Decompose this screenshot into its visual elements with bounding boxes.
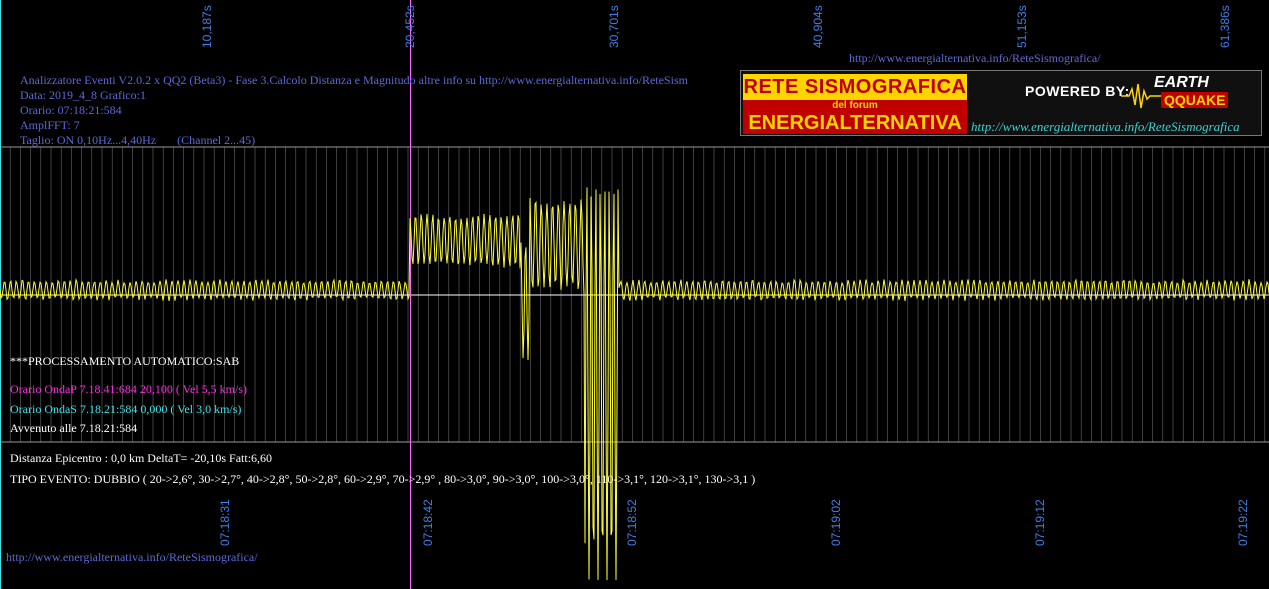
rete-sismografica-logo: RETE SISMOGRAFICA del forum ENERGIALTERN… [740,70,1262,136]
bottom-tick-label: 07:18:31 [218,499,232,546]
seismogram-viewer: 10,187s 20,452s 30,701s 40,904s 51,153s … [0,0,1269,589]
onda-p-info: Orario OndaP 7.18.41:684 20,100 ( Vel 5,… [10,382,247,396]
footer-url: http://www.energialternativa.info/ReteSi… [6,550,258,564]
logo-title-top: RETE SISMOGRAFICA [743,74,967,100]
bottom-tick-label: 07:19:02 [829,499,843,546]
distanza-epicentro: Distanza Epicentro : 0,0 km DeltaT= -20,… [10,451,273,465]
logo-title-block: RETE SISMOGRAFICA del forum ENERGIALTERN… [743,74,967,134]
top-tick-label: 10,187s [200,5,214,48]
top-tick-label: 30,701s [607,5,621,48]
top-tick-label: 61,386s [1218,5,1232,48]
logo-earth: EARTH [1154,74,1209,91]
bottom-tick-label: 07:19:12 [1033,499,1047,546]
tipo-evento: TIPO EVENTO: DUBBIO ( 20->2,6°, 30->2,7°… [10,472,756,486]
info-line: AmplFFT: 7 [20,118,80,132]
logo-url: http://www.energialternativa.info/ReteSi… [971,119,1240,134]
logo-title-sub: del forum [743,100,967,112]
logo-title-bottom: ENERGIALTERNATIVA [743,112,967,134]
info-line: Data: 2019_4_8 Grafico:1 [20,88,146,102]
logo-qquake: QQUAKE [1161,92,1229,108]
bottom-tick-label: 07:18:52 [625,499,639,546]
logo-powered-by: POWERED BY: [1025,83,1130,99]
bottom-tick-label: 07:19:22 [1236,499,1250,546]
top-tick-label: 40,904s [811,5,825,48]
top-tick-label: 20,452s [403,5,417,48]
processing-title: ***PROCESSAMENTO AUTOMATICO:SAB [10,354,240,368]
bottom-tick-label: 07:18:42 [421,499,435,546]
info-line: Taglio: ON 0,10Hz...4,40Hz (Channel 2...… [20,133,256,147]
onda-s-info: Orario OndaS 7.18.21:584 0,000 ( Vel 3,0… [10,402,242,416]
info-line: Analizzatore Eventi V2.0.2 x QQ2 (Beta3)… [20,73,688,87]
info-line: Orario: 07:18:21:584 [20,103,122,117]
top-tick-label: 51,153s [1015,5,1029,48]
avvenuto-info: Avvenuto alle 7.18.21:584 [10,421,138,435]
top-url: http://www.energialternativa.info/ReteSi… [849,51,1101,65]
